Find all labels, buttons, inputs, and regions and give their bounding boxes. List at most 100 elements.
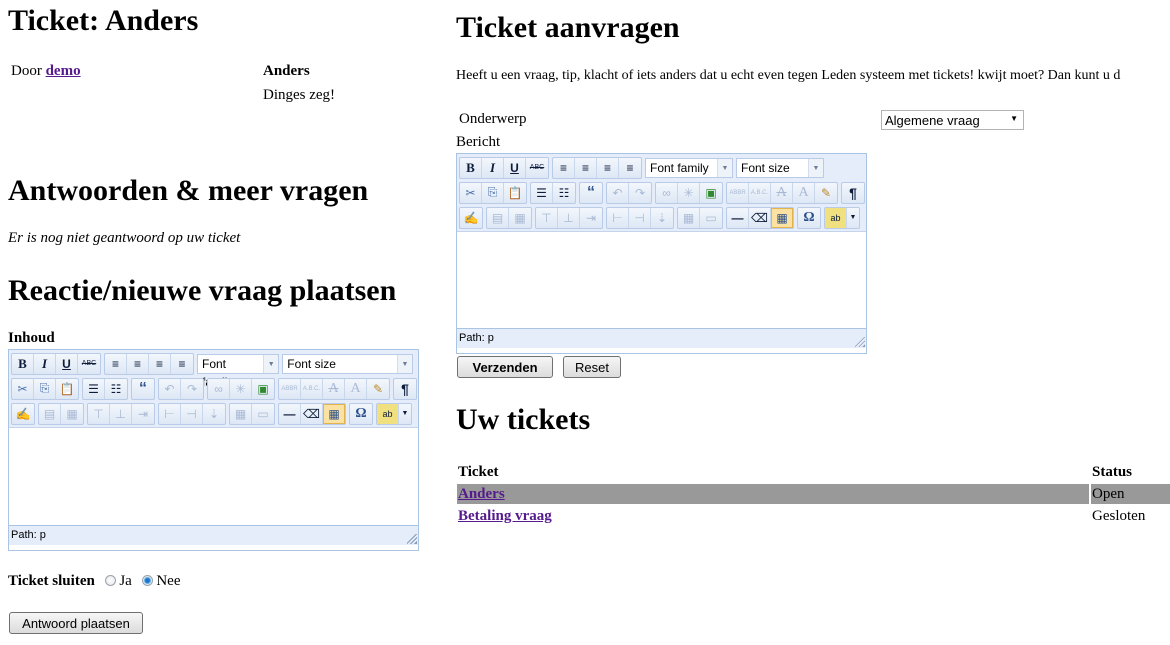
- acronym-icon[interactable]: A.B.C.: [749, 182, 771, 203]
- pilcrow-icon[interactable]: ¶: [842, 183, 864, 203]
- bold-button[interactable]: B: [460, 157, 482, 178]
- align-center-button[interactable]: ≡: [127, 353, 149, 374]
- special-char-icon[interactable]: Ω: [350, 404, 372, 424]
- author-link[interactable]: demo: [46, 63, 81, 79]
- insert-col-after-icon[interactable]: ⊣: [181, 403, 203, 424]
- subject-select[interactable]: Algemene vraag ▼: [881, 110, 1024, 130]
- insert-icon[interactable]: A: [345, 378, 367, 399]
- underline-button[interactable]: U: [504, 157, 526, 178]
- italic-button[interactable]: I: [34, 353, 56, 374]
- radio-no[interactable]: [141, 575, 153, 586]
- merge-cells-icon[interactable]: ▭: [700, 208, 722, 228]
- insert-col-after-icon[interactable]: ⊣: [629, 207, 651, 228]
- copy-icon[interactable]: ⎘: [482, 182, 504, 203]
- insert-row-after-icon[interactable]: ⊥: [110, 403, 132, 424]
- underline-button[interactable]: U: [56, 353, 78, 374]
- ticket-link[interactable]: Betaling vraag: [458, 508, 552, 524]
- align-right-button[interactable]: ≡: [149, 353, 171, 374]
- row-props-icon[interactable]: ▤: [39, 403, 61, 424]
- insert-icon[interactable]: A: [793, 182, 815, 203]
- special-char-icon[interactable]: Ω: [798, 208, 820, 228]
- post-answer-button[interactable]: Antwoord plaatsen: [9, 612, 143, 634]
- italic-button[interactable]: I: [482, 157, 504, 178]
- row-props-icon[interactable]: ▤: [487, 207, 509, 228]
- redo-icon[interactable]: ↷: [181, 379, 203, 399]
- align-right-button[interactable]: ≡: [597, 157, 619, 178]
- eraser-icon[interactable]: ⌫: [749, 207, 771, 228]
- radio-yes[interactable]: [104, 575, 116, 586]
- align-left-button[interactable]: ≡: [553, 157, 575, 178]
- send-button[interactable]: Verzenden: [457, 356, 553, 378]
- bullet-list-icon[interactable]: ☰: [531, 182, 553, 203]
- message-textarea[interactable]: [457, 232, 866, 328]
- align-center-button[interactable]: ≡: [575, 157, 597, 178]
- image-icon[interactable]: ▣: [700, 183, 722, 203]
- delete-row-icon[interactable]: ⇥: [580, 208, 602, 228]
- redo-icon[interactable]: ↷: [629, 183, 651, 203]
- blockquote-icon[interactable]: “: [580, 183, 602, 203]
- cut-icon[interactable]: ✂: [460, 182, 482, 203]
- bold-button[interactable]: B: [12, 353, 34, 374]
- numbered-list-icon[interactable]: ☷: [105, 379, 127, 399]
- delete-col-icon[interactable]: ⇣: [651, 208, 673, 228]
- paste-icon[interactable]: 📋: [56, 379, 78, 399]
- split-cells-icon[interactable]: ▦: [230, 403, 252, 424]
- align-justify-button[interactable]: ≡: [171, 354, 193, 374]
- font-family-select[interactable]: Font family ▼: [197, 353, 280, 389]
- ticket-link[interactable]: Anders: [458, 486, 505, 502]
- font-family-select[interactable]: Font family ▼: [645, 157, 733, 178]
- chevron-down-icon[interactable]: ▼: [847, 208, 859, 228]
- abbr-icon[interactable]: ABBR: [279, 378, 301, 399]
- split-cells-icon[interactable]: ▦: [678, 207, 700, 228]
- delete-icon[interactable]: A: [323, 378, 345, 399]
- reset-button[interactable]: Reset: [563, 356, 621, 378]
- unlink-icon[interactable]: ✳: [678, 182, 700, 203]
- bullet-list-icon[interactable]: ☰: [83, 378, 105, 399]
- spellcheck-icon[interactable]: ab: [825, 207, 847, 228]
- chevron-down-icon[interactable]: ▼: [399, 404, 411, 424]
- insert-col-before-icon[interactable]: ⊢: [607, 207, 629, 228]
- copy-icon[interactable]: ⎘: [34, 378, 56, 399]
- eraser-icon[interactable]: ⌫: [301, 403, 323, 424]
- link-icon[interactable]: ∞: [656, 182, 678, 203]
- numbered-list-icon[interactable]: ☷: [553, 183, 575, 203]
- align-left-button[interactable]: ≡: [105, 353, 127, 374]
- horizontal-rule-icon[interactable]: —: [727, 207, 749, 228]
- strikethrough-button[interactable]: ABC: [78, 354, 100, 374]
- cut-icon[interactable]: ✂: [12, 378, 34, 399]
- cell-props-icon[interactable]: ▦: [61, 404, 83, 424]
- image-icon[interactable]: ▣: [252, 379, 274, 399]
- blockquote-icon[interactable]: “: [132, 379, 154, 399]
- font-size-select[interactable]: Font size ▼: [736, 157, 824, 178]
- merge-cells-icon[interactable]: ▭: [252, 404, 274, 424]
- spellcheck-icon[interactable]: ab: [377, 403, 399, 424]
- cell-props-icon[interactable]: ▦: [509, 208, 531, 228]
- insert-row-before-icon[interactable]: ⊤: [88, 403, 110, 424]
- unlink-icon[interactable]: ✳: [230, 378, 252, 399]
- edit-table-icon[interactable]: ✍: [460, 208, 482, 228]
- resize-grip[interactable]: [855, 337, 865, 347]
- insert-row-before-icon[interactable]: ⊤: [536, 207, 558, 228]
- acronym-icon[interactable]: A.B.C.: [301, 378, 323, 399]
- font-size-select[interactable]: Font size ▼: [282, 353, 413, 374]
- table-icon[interactable]: ▦: [771, 207, 793, 228]
- resize-grip[interactable]: [407, 534, 417, 544]
- horizontal-rule-icon[interactable]: —: [279, 403, 301, 424]
- link-icon[interactable]: ∞: [208, 378, 230, 399]
- table-icon[interactable]: ▦: [323, 403, 345, 424]
- strikethrough-button[interactable]: ABC: [526, 158, 548, 178]
- undo-icon[interactable]: ↶: [159, 378, 181, 399]
- insert-col-before-icon[interactable]: ⊢: [159, 403, 181, 424]
- insert-row-after-icon[interactable]: ⊥: [558, 207, 580, 228]
- delete-col-icon[interactable]: ⇣: [203, 404, 225, 424]
- abbr-icon[interactable]: ABBR: [727, 182, 749, 203]
- edit-table-icon[interactable]: ✍: [12, 404, 34, 424]
- attributes-icon[interactable]: ✎: [815, 183, 837, 203]
- delete-row-icon[interactable]: ⇥: [132, 404, 154, 424]
- align-justify-button[interactable]: ≡: [619, 158, 641, 178]
- undo-icon[interactable]: ↶: [607, 182, 629, 203]
- pilcrow-icon[interactable]: ¶: [394, 379, 416, 399]
- paste-icon[interactable]: 📋: [504, 183, 526, 203]
- attributes-icon[interactable]: ✎: [367, 379, 389, 399]
- delete-icon[interactable]: A: [771, 182, 793, 203]
